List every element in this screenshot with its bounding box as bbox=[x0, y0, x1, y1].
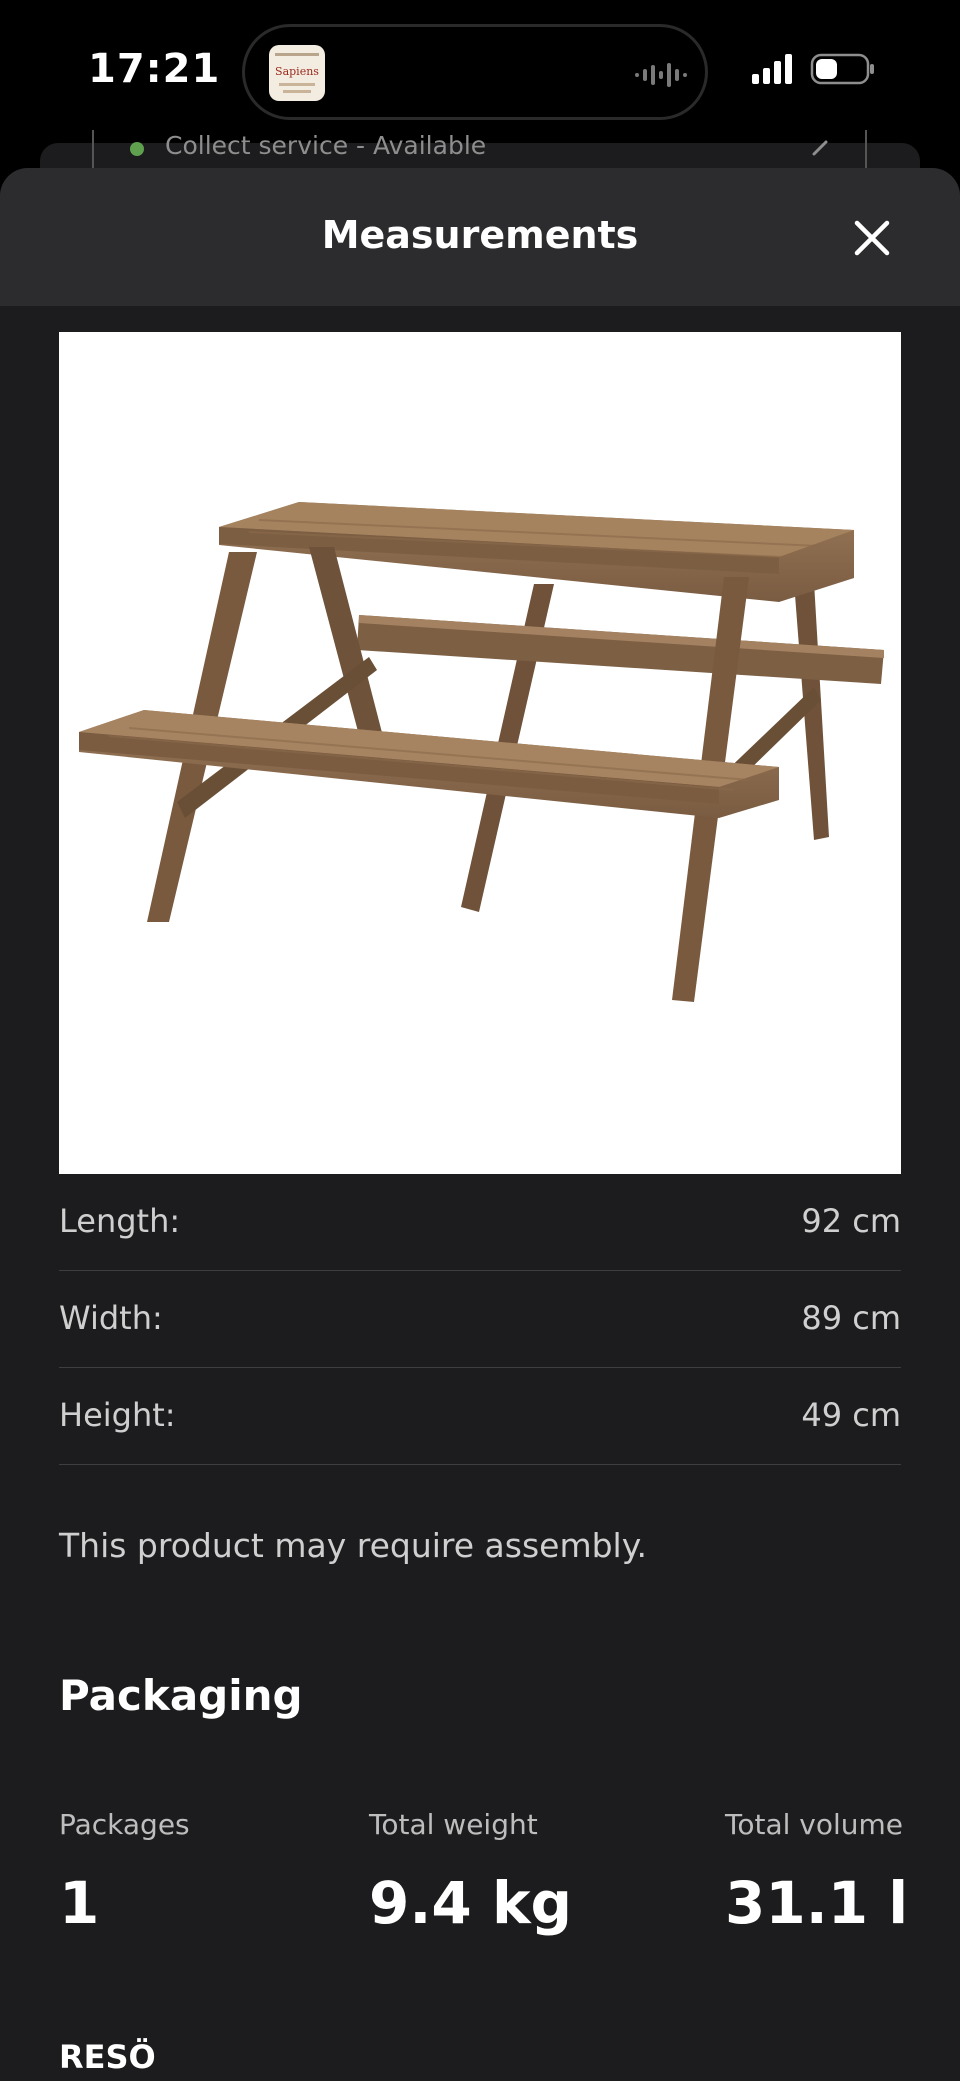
sheet-header: Measurements bbox=[0, 168, 960, 306]
dynamic-island[interactable]: Sapiens bbox=[242, 24, 708, 120]
now-playing-artwork: Sapiens bbox=[269, 45, 325, 101]
dimension-label: Height: bbox=[59, 1396, 176, 1434]
dimension-row-width: Width: 89 cm bbox=[59, 1271, 901, 1368]
dimension-row-height: Height: 49 cm bbox=[59, 1368, 901, 1465]
status-icons bbox=[752, 53, 874, 85]
dimension-value: 89 cm bbox=[801, 1299, 901, 1337]
dimension-value: 49 cm bbox=[801, 1396, 901, 1434]
packaging-heading: Packaging bbox=[59, 1671, 303, 1720]
dimension-label: Width: bbox=[59, 1299, 163, 1337]
collect-service-status: Collect service - Available bbox=[165, 131, 487, 160]
weight-stat: Total weight 9.4 kg bbox=[369, 1808, 572, 1937]
measurements-sheet: Measurements Length: 92 cm Width: 89 cm … bbox=[0, 168, 960, 2081]
dimension-value: 92 cm bbox=[801, 1202, 901, 1240]
clock: 17:21 bbox=[88, 46, 221, 92]
volume-stat: Total volume 31.1 l bbox=[725, 1808, 908, 1937]
chevron-right-icon bbox=[812, 140, 828, 156]
waveform-icon bbox=[635, 63, 687, 87]
close-icon[interactable] bbox=[846, 212, 898, 264]
packages-label: Packages bbox=[59, 1808, 190, 1841]
sheet-title: Measurements bbox=[321, 213, 639, 257]
battery-icon bbox=[810, 53, 874, 85]
volume-label: Total volume bbox=[725, 1808, 904, 1841]
availability-dot bbox=[130, 142, 144, 156]
volume-value: 31.1 l bbox=[725, 1869, 909, 1937]
picnic-table-illustration bbox=[79, 502, 884, 1002]
packages-value: 1 bbox=[59, 1869, 100, 1937]
weight-label: Total weight bbox=[369, 1808, 538, 1841]
product-name: RESÖ bbox=[59, 2038, 156, 2076]
status-bar: 17:21 Sapiens bbox=[0, 0, 960, 145]
assembly-note: This product may require assembly. bbox=[59, 1526, 648, 1565]
product-image bbox=[59, 332, 901, 1174]
dimension-label: Length: bbox=[59, 1202, 181, 1240]
signal-icon bbox=[752, 54, 792, 84]
dimension-row-length: Length: 92 cm bbox=[59, 1174, 901, 1271]
packages-stat: Packages 1 bbox=[59, 1808, 190, 1937]
weight-value: 9.4 kg bbox=[369, 1869, 573, 1937]
